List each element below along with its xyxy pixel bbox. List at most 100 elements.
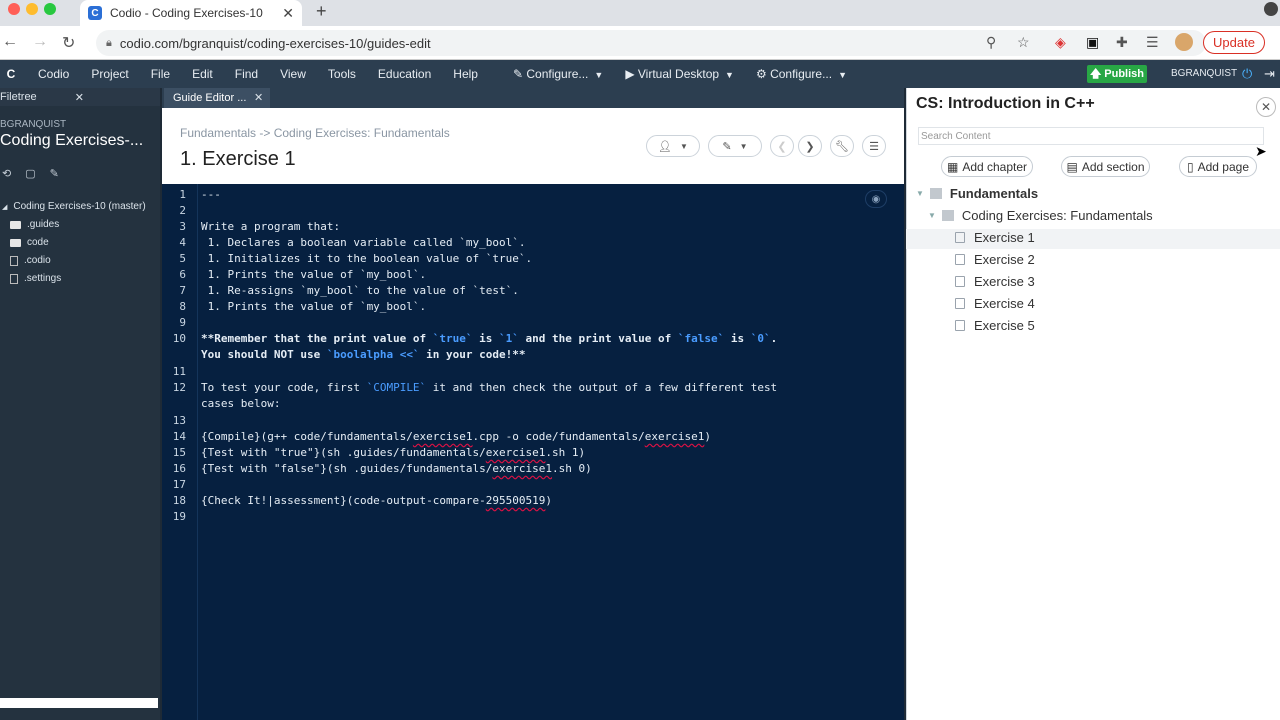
section-icon: ▤ xyxy=(1066,159,1078,174)
menu-tools[interactable]: Tools xyxy=(317,67,367,81)
add-section-button[interactable]: ▤ Add section xyxy=(1061,156,1150,177)
chapter-fundamentals[interactable]: ▼ Fundamentals xyxy=(916,186,1038,201)
filetree-toolbar: ⟲ ▢ ✎ xyxy=(2,167,59,180)
codio-logo-icon[interactable]: C xyxy=(0,67,22,81)
code-line: {Compile}(g++ code/fundamentals/exercise… xyxy=(201,430,711,443)
line-number: 7 xyxy=(179,284,186,297)
filetree-tab[interactable]: Filetree ✕ xyxy=(0,88,160,106)
menu-education[interactable]: Education xyxy=(367,67,442,81)
line-number: 18 xyxy=(172,494,186,507)
filetree-item-codio[interactable]: .codio xyxy=(10,255,51,266)
menu-file[interactable]: File xyxy=(140,67,181,81)
file-icon xyxy=(10,255,18,266)
line-number: 4 xyxy=(179,236,186,249)
filetree-item-code[interactable]: code xyxy=(10,237,49,248)
virtual-desktop-menu[interactable]: ▶ Virtual Desktop ▼ xyxy=(614,67,745,81)
menu-view[interactable]: View xyxy=(269,67,317,81)
filetree-scrollbar[interactable] xyxy=(0,698,158,708)
page-icon: ▯ xyxy=(1187,159,1194,174)
previous-page-button[interactable]: ❮ xyxy=(770,135,794,157)
url-input[interactable]: 🔒︎ codio.com/bgranquist/coding-exercises… xyxy=(96,30,1206,56)
filetree-item-guides[interactable]: .guides xyxy=(10,219,59,230)
document-icon xyxy=(955,254,965,265)
reading-list-icon[interactable]: ☰ xyxy=(1146,34,1159,51)
close-window-button[interactable] xyxy=(8,3,20,15)
preview-eye-icon[interactable]: ◉ xyxy=(865,190,887,208)
wrench-button[interactable]: 🔧︎ xyxy=(830,135,854,157)
next-page-button[interactable]: ❯ xyxy=(798,135,822,157)
add-chapter-button[interactable]: ▦ Add chapter xyxy=(941,156,1033,177)
page-exercise-1[interactable]: Exercise 1 xyxy=(955,230,1035,245)
publish-button[interactable]: 🡅︎ Publish xyxy=(1087,65,1147,83)
line-number: 1 xyxy=(179,188,186,201)
page-exercise-2[interactable]: Exercise 2 xyxy=(955,252,1035,267)
page-exercise-3[interactable]: Exercise 3 xyxy=(955,274,1035,289)
maximize-window-button[interactable] xyxy=(44,3,56,15)
filetree-user: BGRANQUIST xyxy=(0,119,67,130)
back-icon[interactable]: ← xyxy=(2,33,18,51)
line-number: 3 xyxy=(179,220,186,233)
update-button[interactable]: Update xyxy=(1203,31,1265,54)
add-page-button[interactable]: ▯ Add page xyxy=(1179,156,1257,177)
chevron-left-icon: ❮ xyxy=(777,140,787,153)
configure-preview-menu[interactable]: ⚙ Configure... ▼ xyxy=(745,67,858,81)
profile-avatar[interactable] xyxy=(1175,33,1193,51)
chapter-icon: ▦ xyxy=(946,159,959,174)
breadcrumb[interactable]: Fundamentals -> Coding Exercises: Fundam… xyxy=(180,126,450,140)
minimize-window-button[interactable] xyxy=(26,3,38,15)
tab-title: Codio - Coding Exercises-10 xyxy=(110,6,263,20)
close-filetree-icon[interactable]: ✕ xyxy=(75,91,84,104)
puzzle-icon[interactable]: ✚ xyxy=(1116,34,1128,51)
bookmark-star-icon[interactable]: ☆ xyxy=(1017,34,1030,51)
close-panel-icon[interactable]: ✕ xyxy=(1256,97,1276,117)
power-icon[interactable]: ⏻ xyxy=(1242,66,1252,82)
lock-icon: 🔒︎ xyxy=(106,36,112,49)
person-settings-button[interactable]: 👤︎ ▼ xyxy=(646,135,700,157)
extension-b-icon[interactable]: ▣ xyxy=(1086,34,1099,51)
document-icon xyxy=(955,232,965,243)
menu-codio[interactable]: Codio xyxy=(22,67,80,81)
edit-icon[interactable]: ✎ xyxy=(50,167,59,180)
line-number: 2 xyxy=(179,204,186,217)
refresh-icon[interactable]: ⟲ xyxy=(2,167,11,180)
filetree-item-settings[interactable]: .settings xyxy=(10,273,61,284)
page-exercise-5[interactable]: Exercise 5 xyxy=(955,318,1035,333)
line-number: 10 xyxy=(172,332,186,345)
page-exercise-4[interactable]: Exercise 4 xyxy=(955,296,1035,311)
expand-triangle-icon: ▼ xyxy=(916,189,924,198)
filetree-root[interactable]: ◢ Coding Exercises-10 (master) xyxy=(2,201,146,212)
zoom-icon[interactable]: ⚲ xyxy=(986,34,996,51)
reload-icon[interactable]: ↻ xyxy=(62,33,75,53)
menu-project[interactable]: Project xyxy=(80,67,139,81)
expand-triangle-icon: ▼ xyxy=(928,211,936,220)
edit-settings-button[interactable]: ✎ ▼ xyxy=(708,135,762,157)
line-number: 17 xyxy=(172,478,186,491)
line-number: 9 xyxy=(179,316,186,329)
folder-icon xyxy=(10,220,21,229)
extension-icon[interactable]: ◈ xyxy=(1055,34,1066,51)
browser-menu-icon[interactable] xyxy=(1264,2,1278,16)
monitor-icon[interactable]: ▢ xyxy=(25,167,35,180)
menu-find[interactable]: Find xyxy=(224,67,269,81)
search-content-input[interactable]: Search Content xyxy=(918,127,1264,145)
section-coding-exercises[interactable]: ▼ Coding Exercises: Fundamentals xyxy=(928,208,1153,223)
close-editor-tab-icon[interactable]: ✕ xyxy=(254,91,263,104)
configure-run-menu[interactable]: ✎ Configure... ▼ xyxy=(489,67,614,81)
username-label[interactable]: BGRANQUIST xyxy=(1171,68,1237,79)
filetree-project-name: Coding Exercises-... xyxy=(0,132,144,149)
url-text: codio.com/bgranquist/coding-exercises-10… xyxy=(119,35,431,51)
chevron-right-icon: ❯ xyxy=(805,140,815,153)
menu-help[interactable]: Help xyxy=(442,67,489,81)
pencil-icon: ✎ xyxy=(722,140,732,153)
page-title: 1. Exercise 1 xyxy=(180,148,296,170)
close-tab-icon[interactable]: ✕ xyxy=(282,5,294,22)
exit-icon[interactable]: ⇥ xyxy=(1264,66,1275,82)
forward-icon[interactable]: → xyxy=(32,33,48,51)
list-button[interactable]: ☰ xyxy=(862,135,886,157)
chevron-down-icon: ▼ xyxy=(838,70,848,80)
new-tab-icon[interactable]: + xyxy=(316,1,327,22)
code-line: 1. Declares a boolean variable called `m… xyxy=(201,236,526,249)
code-line: {Check It!|assessment}(code-output-compa… xyxy=(201,494,553,507)
menu-edit[interactable]: Edit xyxy=(181,67,224,81)
browser-tab[interactable]: C Codio - Coding Exercises-10 ✕ xyxy=(80,0,302,26)
